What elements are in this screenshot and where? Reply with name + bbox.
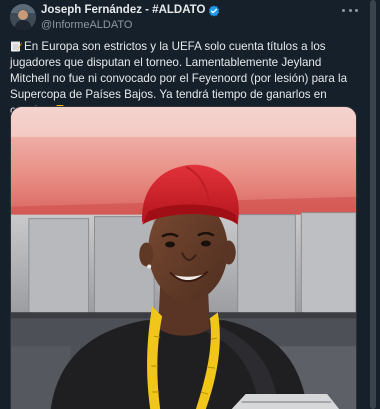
more-options-icon[interactable]	[342, 3, 358, 17]
scrollbar-thumb[interactable]	[370, 0, 376, 409]
author-handle[interactable]: @InformeALDATO	[41, 19, 341, 32]
memo-icon	[10, 40, 22, 52]
tweet-header: Joseph Fernández - #ALDATO @InformeALDAT…	[41, 3, 341, 32]
verified-badge-icon	[208, 4, 220, 17]
avatar[interactable]	[10, 4, 36, 30]
tweet-photo[interactable]	[10, 106, 357, 409]
tweet[interactable]: Joseph Fernández - #ALDATO @InformeALDAT…	[0, 0, 380, 409]
scrollbar[interactable]	[366, 0, 380, 409]
author-display-name[interactable]: Joseph Fernández - #ALDATO	[41, 4, 205, 16]
